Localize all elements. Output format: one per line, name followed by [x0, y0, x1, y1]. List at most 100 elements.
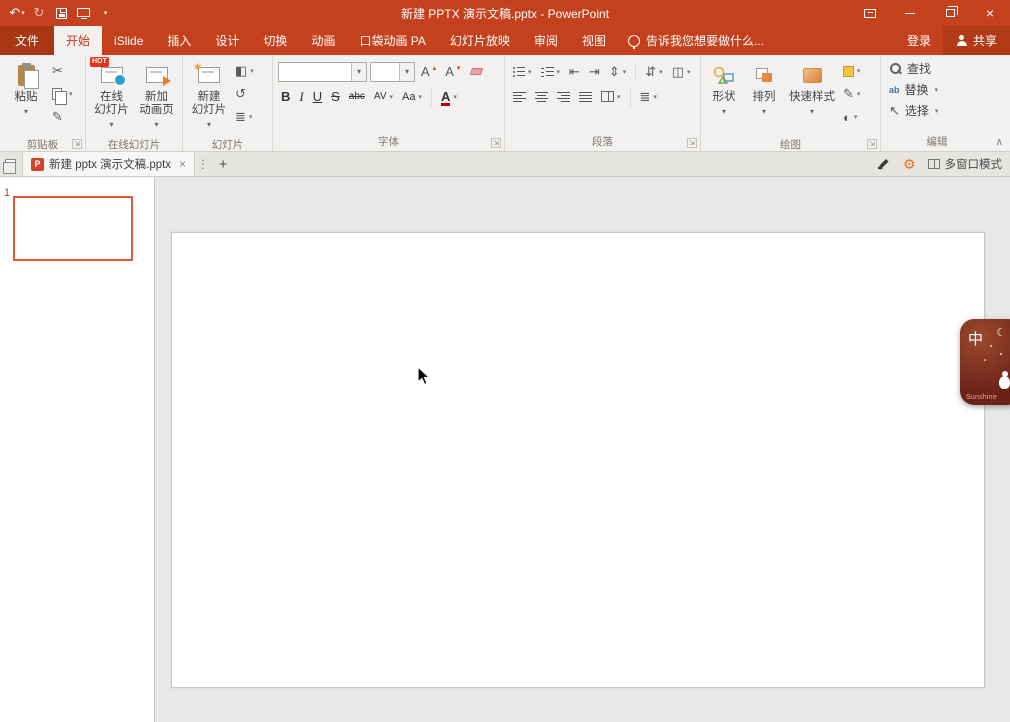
- align-right-button[interactable]: [554, 87, 573, 107]
- tab-insert[interactable]: 插入: [155, 26, 203, 55]
- login-button[interactable]: 登录: [895, 26, 943, 55]
- cut-button[interactable]: ✂: [49, 61, 76, 81]
- document-tab-active[interactable]: P 新建 pptx 演示文稿.pptx ×: [22, 152, 195, 176]
- redo-icon: ↻: [34, 5, 45, 21]
- tab-islide[interactable]: iSlide: [102, 26, 155, 55]
- font-color-button[interactable]: A: [438, 87, 460, 107]
- paragraph-dialog-launcher[interactable]: [687, 138, 697, 148]
- bullets-button[interactable]: [510, 62, 535, 82]
- tab-transitions[interactable]: 切换: [251, 26, 299, 55]
- tell-me-box[interactable]: 告诉我您想要做什么...: [618, 26, 774, 55]
- find-button[interactable]: 查找: [884, 58, 990, 79]
- toolbox-button[interactable]: [877, 156, 891, 173]
- undo-dropdown-icon[interactable]: ▾: [21, 9, 25, 17]
- restore-button[interactable]: [930, 0, 970, 26]
- tab-file[interactable]: 文件: [0, 26, 54, 55]
- columns-button[interactable]: [598, 87, 624, 107]
- tab-animations[interactable]: 动画: [299, 26, 347, 55]
- clear-formatting-button[interactable]: [466, 62, 485, 82]
- new-slide-button[interactable]: 新建 幻灯片: [186, 58, 232, 138]
- tab-review[interactable]: 审阅: [522, 26, 570, 55]
- decrease-indent-button[interactable]: ⇤: [566, 62, 583, 82]
- minimize-button[interactable]: [890, 0, 930, 26]
- start-slideshow-button[interactable]: [75, 2, 91, 24]
- select-button[interactable]: ↖选择: [884, 100, 990, 121]
- arrange-button[interactable]: 排列: [744, 58, 784, 138]
- assistant-widget[interactable]: 中 ☾ Sunshine: [960, 319, 1010, 405]
- underline-button[interactable]: U: [310, 87, 325, 107]
- tab-home[interactable]: 开始: [54, 26, 102, 55]
- redo-button[interactable]: ↻: [31, 2, 47, 24]
- paste-icon: [18, 65, 35, 86]
- share-button[interactable]: 共享: [943, 26, 1010, 55]
- tab-design[interactable]: 设计: [203, 26, 251, 55]
- new-animation-label-line1: 新加: [145, 91, 168, 104]
- document-tab-close-icon[interactable]: ×: [179, 157, 186, 171]
- align-text-button[interactable]: ≣: [637, 87, 660, 107]
- clipboard-dialog-launcher[interactable]: [72, 139, 82, 149]
- increase-indent-button[interactable]: ⇥: [586, 62, 603, 82]
- font-size-dropdown-icon[interactable]: ▾: [399, 63, 414, 81]
- tab-row-spacer: [774, 26, 895, 55]
- shapes-button[interactable]: 形状: [704, 58, 744, 138]
- new-document-tab-button[interactable]: +: [211, 152, 235, 176]
- text-direction-button[interactable]: ⇵: [642, 62, 665, 82]
- tab-list-button[interactable]: [0, 152, 20, 176]
- tell-me-label: 告诉我您想要做什么...: [646, 32, 764, 49]
- tab-pocket-animation[interactable]: 口袋动画 PA: [347, 26, 437, 55]
- shape-fill-button[interactable]: [840, 61, 864, 81]
- close-button[interactable]: ×: [970, 0, 1010, 26]
- tab-slideshow[interactable]: 幻灯片放映: [438, 26, 522, 55]
- italic-button[interactable]: I: [296, 87, 306, 107]
- line-spacing-button[interactable]: ⇕: [606, 62, 629, 82]
- slide-canvas[interactable]: [171, 232, 985, 688]
- strikethrough-button[interactable]: abc: [346, 87, 368, 107]
- collapse-ribbon-button[interactable]: ∧: [996, 137, 1003, 148]
- save-icon: [56, 8, 67, 19]
- align-center-icon: [535, 92, 548, 102]
- settings-gear-icon[interactable]: ⚙: [903, 157, 916, 171]
- quick-styles-button[interactable]: 快速样式: [784, 58, 840, 138]
- ribbon-display-options-button[interactable]: [850, 0, 890, 26]
- font-dialog-launcher[interactable]: [491, 138, 501, 148]
- align-left-button[interactable]: [510, 87, 529, 107]
- font-name-value[interactable]: [279, 63, 351, 81]
- slide-thumbnail-selected[interactable]: [13, 196, 133, 261]
- online-slides-label-line1: 在线: [100, 91, 123, 104]
- reset-button[interactable]: ↺: [232, 84, 257, 104]
- online-slides-button[interactable]: HOT 在线 幻灯片: [89, 58, 134, 138]
- format-painter-button[interactable]: ✎: [49, 107, 76, 127]
- shadow-strike-button[interactable]: S: [328, 87, 343, 107]
- multi-window-mode-button[interactable]: 多窗口模式: [928, 156, 1003, 172]
- change-case-button[interactable]: Aa: [399, 87, 425, 107]
- font-size-combo[interactable]: ▾: [370, 62, 415, 82]
- character-spacing-button[interactable]: AV: [371, 87, 396, 107]
- numbering-button[interactable]: [538, 62, 564, 82]
- editing-canvas[interactable]: [155, 177, 1010, 722]
- section-button[interactable]: ≣: [232, 107, 257, 127]
- undo-button[interactable]: ↶▾: [9, 2, 25, 24]
- align-center-button[interactable]: [532, 87, 551, 107]
- shape-effects-button[interactable]: ◐: [840, 107, 864, 127]
- shape-outline-button[interactable]: ✎: [840, 84, 864, 104]
- slide-thumbnail-panel[interactable]: 1: [0, 177, 155, 722]
- bold-button[interactable]: B: [278, 87, 293, 107]
- save-button[interactable]: [53, 2, 69, 24]
- font-size-value[interactable]: [371, 63, 399, 81]
- copy-button[interactable]: [49, 84, 76, 104]
- justify-button[interactable]: [576, 87, 595, 107]
- paste-button[interactable]: 粘贴: [3, 58, 49, 138]
- font-name-combo[interactable]: ▾: [278, 62, 367, 82]
- document-tab-menu-button[interactable]: ⋮: [195, 152, 211, 176]
- replace-button[interactable]: ab替换: [884, 79, 990, 100]
- drawing-dialog-launcher[interactable]: [867, 139, 877, 149]
- tab-view[interactable]: 视图: [570, 26, 618, 55]
- sparkle-icon: [990, 345, 992, 347]
- font-name-dropdown-icon[interactable]: ▾: [351, 63, 366, 81]
- increase-font-button[interactable]: A▴: [418, 62, 439, 82]
- new-animation-page-button[interactable]: 新加 动画页: [134, 58, 179, 138]
- convert-smartart-button[interactable]: ◫: [669, 62, 694, 82]
- layout-button[interactable]: ◧: [232, 61, 257, 81]
- decrease-font-button[interactable]: A▾: [442, 62, 463, 82]
- customize-quick-access-button[interactable]: ▾: [97, 2, 113, 24]
